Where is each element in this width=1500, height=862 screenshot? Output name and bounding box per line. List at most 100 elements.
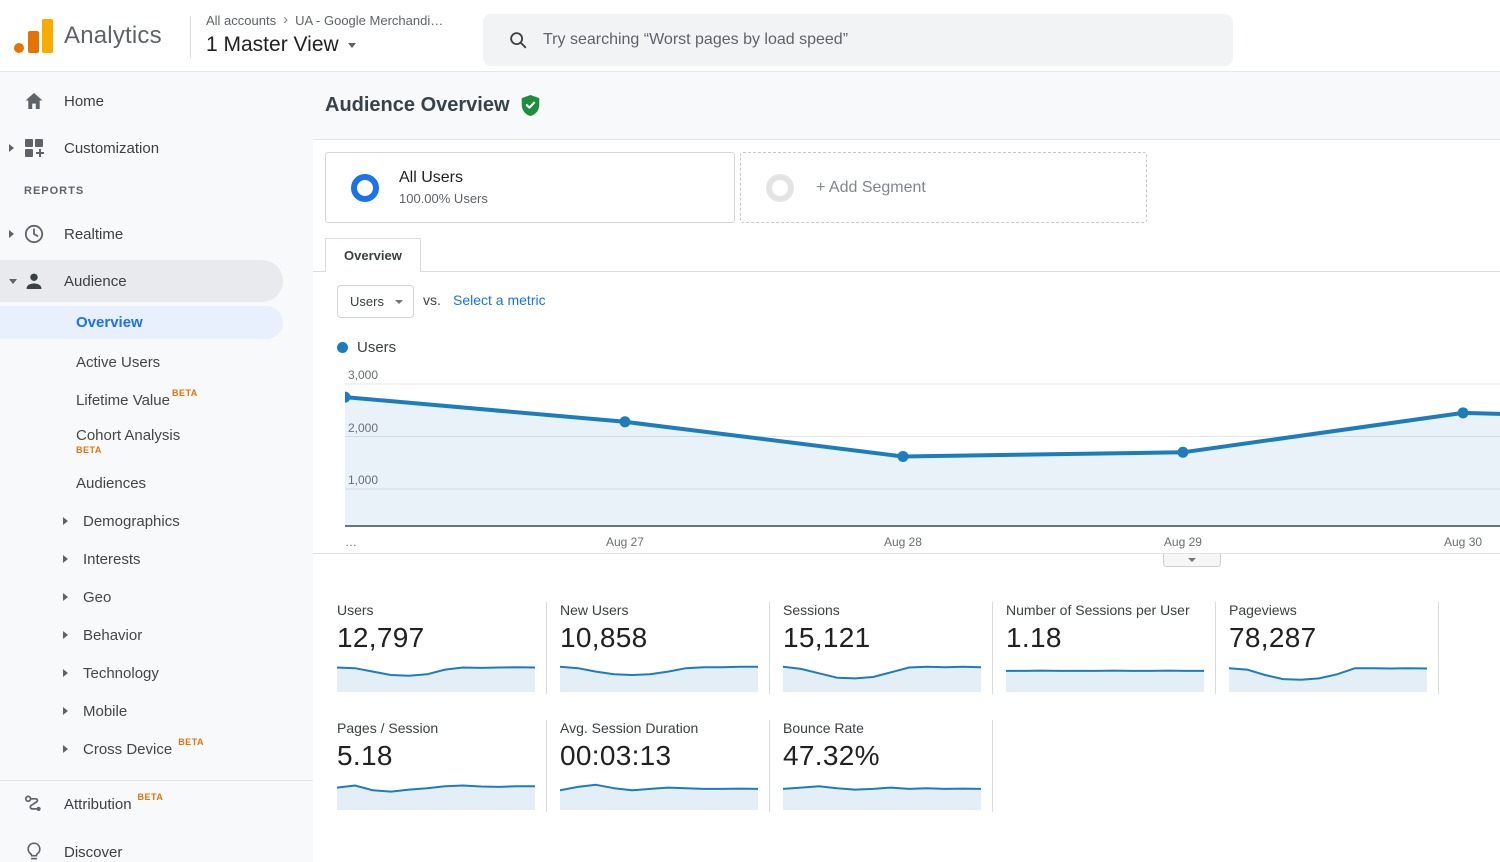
metric-card: Users 12,797 xyxy=(337,602,547,694)
expand-arrow-icon[interactable] xyxy=(63,517,68,525)
topbar-divider xyxy=(190,16,191,58)
beta-badge: BETA xyxy=(137,792,164,802)
select-a-metric-link[interactable]: Select a metric xyxy=(453,292,546,308)
users-timeseries-chart: 1,000 2,000 3,000 xyxy=(339,368,1500,527)
metric-sparkline xyxy=(337,666,535,692)
sidebar-item-label: Discover xyxy=(64,843,123,861)
sidebar-item-lifetime-value[interactable]: Lifetime Value BETA xyxy=(0,385,313,415)
analytics-logo[interactable]: Analytics xyxy=(14,19,162,53)
analytics-app: Analytics All accounts › UA - Google Mer… xyxy=(0,0,1500,862)
segment-ring-icon xyxy=(766,173,794,202)
breadcrumb-account[interactable]: UA - Google Merchandi… xyxy=(295,13,443,28)
sidebar-item-audiences[interactable]: Audiences xyxy=(0,468,313,498)
metric-card: Pages / Session 5.18 xyxy=(337,720,547,812)
legend-label: Users xyxy=(357,339,397,356)
x-axis-label: Aug 28 xyxy=(883,535,922,549)
sidebar-item-label: Demographics xyxy=(83,512,180,530)
sidebar-item-label: Active Users xyxy=(76,353,161,371)
sidebar-item-interests[interactable]: Interests xyxy=(0,544,313,574)
search-input[interactable] xyxy=(543,14,1233,66)
sidebar-item-geo[interactable]: Geo xyxy=(0,582,313,612)
metric-value: 78,287 xyxy=(1229,622,1317,653)
data-quality-shield-icon xyxy=(521,95,539,116)
sidebar-item-cross-device[interactable]: Cross Device BETA xyxy=(0,734,313,764)
metric-sparkline xyxy=(783,665,981,692)
expand-arrow-icon[interactable] xyxy=(63,745,68,753)
collapse-arrow-icon[interactable] xyxy=(9,278,17,284)
search-bar[interactable] xyxy=(483,14,1233,66)
tab-overview[interactable]: Overview xyxy=(325,238,421,272)
view-selector[interactable]: 1 Master View xyxy=(206,33,443,57)
metric-selector-dropdown[interactable]: Users xyxy=(337,285,414,318)
sidebar-item-label: Interests xyxy=(83,550,141,568)
sidebar-section-reports: REPORTS xyxy=(24,185,85,197)
sidebar-item-label: Technology xyxy=(83,664,159,682)
sidebar-item-audience[interactable]: Audience xyxy=(0,260,283,302)
metric-card: Avg. Session Duration 00:03:13 xyxy=(560,720,770,812)
metric-label: New Users xyxy=(560,602,629,618)
tab-strip-divider xyxy=(313,271,1500,272)
metric-label: Sessions xyxy=(783,602,840,618)
sidebar-item-cohort-analysis[interactable]: Cohort Analysis BETA xyxy=(0,420,313,462)
expand-arrow-icon[interactable] xyxy=(9,144,14,152)
chart-legend: Users xyxy=(337,339,396,356)
sidebar-item-custom[interactable]: Custom xyxy=(0,772,313,781)
sidebar-item-technology[interactable]: Technology xyxy=(0,658,313,688)
metric-sparkline xyxy=(1229,667,1427,692)
sidebar-item-overview[interactable]: Overview xyxy=(0,306,283,339)
metric-label: Number of Sessions per User xyxy=(1006,602,1190,618)
metric-card: New Users 10,858 xyxy=(560,602,770,694)
view-selector-label: 1 Master View xyxy=(206,33,339,56)
customization-icon xyxy=(25,139,44,157)
expand-arrow-icon[interactable] xyxy=(63,707,68,715)
sidebar-item-active-users[interactable]: Active Users xyxy=(0,347,313,377)
chart-expander-button[interactable] xyxy=(1163,554,1221,567)
sidebar-item-demographics[interactable]: Demographics xyxy=(0,506,313,536)
add-segment-label: + Add Segment xyxy=(816,178,926,196)
sidebar-item-attribution[interactable]: Attribution BETA xyxy=(0,789,313,819)
sidebar-item-home[interactable]: Home xyxy=(0,86,313,116)
x-axis-label: Aug 29 xyxy=(1163,535,1202,549)
segment-subtitle: 100.00% Users xyxy=(399,191,488,206)
segment-all-users[interactable]: All Users 100.00% Users xyxy=(325,152,735,223)
tab-label: Overview xyxy=(344,248,402,263)
metric-value: 47.32% xyxy=(783,740,880,771)
expand-arrow-icon[interactable] xyxy=(63,555,68,563)
sidebar-item-discover[interactable]: Discover xyxy=(0,837,313,862)
sidebar-item-label: Attribution xyxy=(64,795,132,813)
y-axis-tick-label: 2,000 xyxy=(348,420,379,435)
sidebar-item-behavior[interactable]: Behavior xyxy=(0,620,313,650)
sidebar-item-label: Audiences xyxy=(76,474,147,492)
sidebar-nav: Home Customization REPORTS Realtime Audi… xyxy=(0,72,313,862)
add-segment-button[interactable]: + Add Segment xyxy=(740,152,1147,223)
search-icon xyxy=(510,32,527,49)
sidebar-item-label: Lifetime Value xyxy=(76,391,170,409)
report-content: All Users 100.00% Users + Add Segment Ov… xyxy=(313,140,1500,862)
expand-arrow-icon[interactable] xyxy=(63,669,68,677)
report-header: Audience Overview xyxy=(313,72,1500,140)
x-axis-labels: … Aug 27 Aug 28 Aug 29 Aug 30 xyxy=(345,535,1500,551)
sidebar-bottom-group: Attribution BETA Discover xyxy=(0,780,313,862)
sidebar-item-label: Cohort Analysis xyxy=(76,427,181,444)
breadcrumb-all-accounts[interactable]: All accounts xyxy=(206,13,276,28)
expand-arrow-icon[interactable] xyxy=(63,593,68,601)
breadcrumb-chevron-icon: › xyxy=(283,11,289,28)
metric-sparkline xyxy=(560,665,758,692)
sidebar-item-label: Audience xyxy=(64,272,127,290)
sidebar-item-customization[interactable]: Customization xyxy=(0,133,313,163)
x-axis-label: Aug 27 xyxy=(605,535,644,549)
breadcrumb: All accounts › UA - Google Merchandi… 1 … xyxy=(206,11,443,57)
chevron-down-icon xyxy=(1188,558,1196,562)
sidebar-item-label: Home xyxy=(64,92,105,110)
vs-label: vs. xyxy=(423,292,441,308)
attribution-icon xyxy=(24,795,41,811)
expand-arrow-icon[interactable] xyxy=(9,230,14,238)
sidebar-item-realtime[interactable]: Realtime xyxy=(0,219,313,249)
analytics-logo-icon xyxy=(14,19,53,53)
sidebar-scroll-area: Home Customization REPORTS Realtime Audi… xyxy=(0,72,313,780)
expand-arrow-icon[interactable] xyxy=(63,631,68,639)
brand-name: Analytics xyxy=(64,22,162,49)
metric-card: Bounce Rate 47.32% xyxy=(783,720,993,812)
sidebar-item-label: Overview xyxy=(76,314,143,331)
sidebar-item-mobile[interactable]: Mobile xyxy=(0,696,313,726)
